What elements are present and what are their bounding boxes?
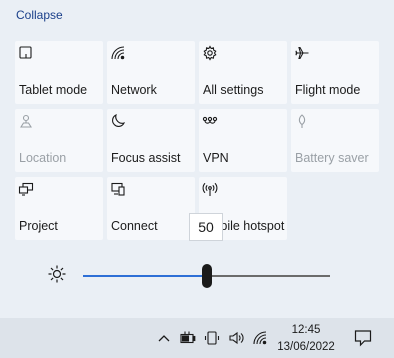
airplane-icon xyxy=(293,44,311,62)
taskbar: 12:45 13/06/2022 xyxy=(0,318,394,358)
location-icon xyxy=(17,112,35,130)
tile-tablet-mode[interactable]: Tablet mode xyxy=(15,41,103,104)
tile-project[interactable]: Project xyxy=(15,177,103,240)
gear-icon xyxy=(201,44,219,62)
vpn-icon xyxy=(201,112,219,130)
tile-label: Project xyxy=(19,219,58,233)
connect-icon xyxy=(109,180,127,198)
tile-label: All settings xyxy=(203,83,264,97)
notification-icon[interactable] xyxy=(353,328,373,348)
tile-label: VPN xyxy=(203,151,229,165)
tablet-mode-icon xyxy=(17,44,35,62)
brightness-slider[interactable] xyxy=(0,254,394,298)
project-icon xyxy=(17,180,35,198)
tile-flight-mode[interactable]: Flight mode xyxy=(291,41,379,104)
tile-label: Connect xyxy=(111,219,158,233)
tile-all-settings[interactable]: All settings xyxy=(199,41,287,104)
tile-vpn[interactable]: VPN xyxy=(199,109,287,172)
wifi-icon[interactable] xyxy=(252,330,268,346)
clock[interactable]: 12:45 13/06/2022 xyxy=(274,322,338,356)
chevron-up-icon[interactable] xyxy=(156,330,172,346)
tile-battery-saver[interactable]: Battery saver xyxy=(291,109,379,172)
sun-icon xyxy=(47,264,67,284)
clock-time: 12:45 xyxy=(291,324,321,336)
action-center-panel: Collapse Tablet mode Network All setting… xyxy=(0,0,394,318)
slider-thumb[interactable] xyxy=(202,264,212,288)
hotspot-icon xyxy=(201,180,219,198)
tile-network[interactable]: Network xyxy=(107,41,195,104)
tile-label: Focus assist xyxy=(111,151,181,165)
tile-label: Network xyxy=(111,83,157,97)
volume-icon[interactable] xyxy=(228,330,244,346)
tile-label: Tablet mode xyxy=(19,83,88,97)
tile-location[interactable]: Location xyxy=(15,109,103,172)
tile-label: Flight mode xyxy=(295,83,361,97)
leaf-icon xyxy=(293,112,311,130)
brightness-tooltip: 50 xyxy=(189,213,223,241)
tile-focus-assist[interactable]: Focus assist xyxy=(107,109,195,172)
moon-icon xyxy=(109,112,127,130)
tile-label: Battery saver xyxy=(295,151,369,165)
network-icon xyxy=(109,44,127,62)
clock-date: 13/06/2022 xyxy=(277,341,335,353)
slider-track-filled xyxy=(83,275,207,277)
tile-label: Location xyxy=(19,151,67,165)
slider-track-empty xyxy=(207,275,330,277)
battery-icon[interactable] xyxy=(180,330,196,346)
pen-icon[interactable] xyxy=(204,330,220,346)
tile-connect[interactable]: Connect xyxy=(107,177,195,240)
collapse-link[interactable]: Collapse xyxy=(16,8,63,22)
